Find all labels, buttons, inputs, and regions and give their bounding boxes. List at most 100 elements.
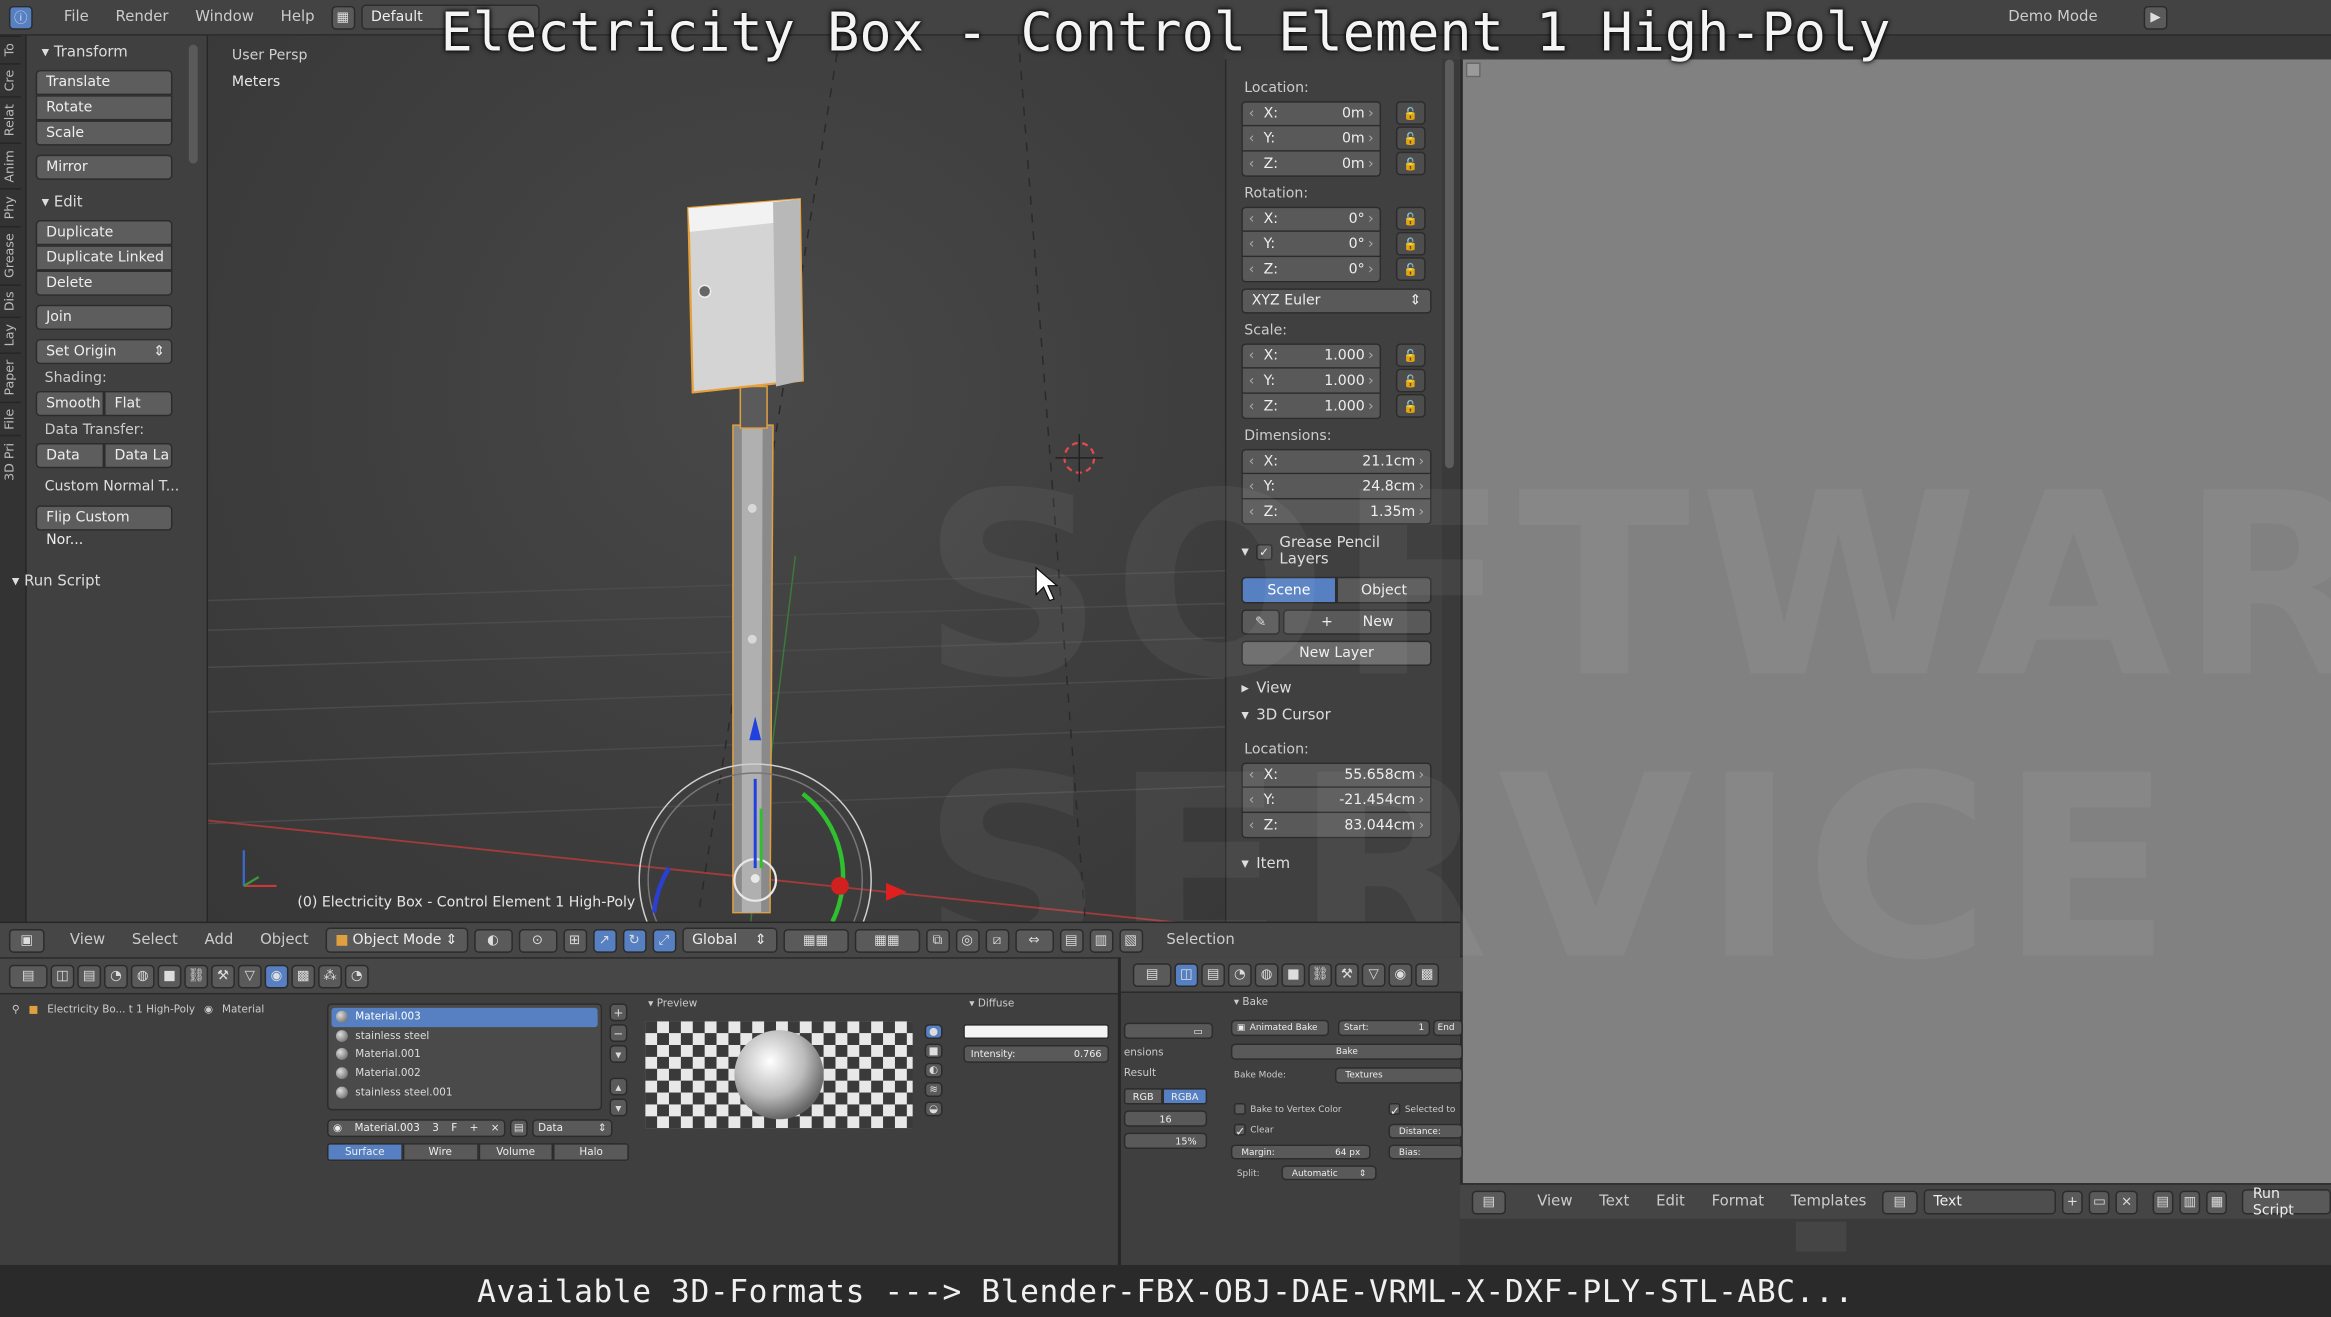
list-item[interactable]: stainless steel (332, 1027, 598, 1046)
cursor-z-field[interactable]: Z: 83.044cm (1241, 813, 1432, 839)
tab-halo[interactable]: Halo (553, 1143, 629, 1161)
dimension-z-field[interactable]: Z: 1.35m (1241, 499, 1432, 525)
data-layout-button[interactable]: Data La (104, 442, 173, 469)
editor-type-icon[interactable]: ▣ (8, 928, 45, 953)
intensity-field[interactable]: Intensity: 0.766 (963, 1044, 1110, 1063)
duplicate-linked-button[interactable]: Duplicate Linked (35, 245, 173, 271)
text-browse-icon[interactable]: ▤ (1882, 1189, 1917, 1214)
material-slot-list[interactable]: Material.003 stainless steel Material.00… (327, 1003, 603, 1111)
modifiers-tab-icon[interactable]: ⚒ (211, 963, 235, 988)
tab-animation[interactable]: Anim (0, 142, 21, 189)
view-panel-header[interactable]: ▸ View (1241, 681, 1427, 697)
play-icon[interactable]: ▶ (2143, 5, 2168, 29)
bias-field[interactable]: Bias: (1388, 1144, 1463, 1160)
menu-object[interactable]: Object (250, 932, 319, 948)
rotation-y-field[interactable]: Y: 0° (1241, 231, 1382, 258)
lock-icon[interactable]: 🔓 (1395, 257, 1426, 281)
tab-relations[interactable]: Relat (0, 97, 21, 143)
menu-view[interactable]: View (1527, 1194, 1583, 1210)
grease-pencil-checkbox[interactable]: ✓ (1256, 543, 1273, 560)
camera-icon[interactable]: ▥ (1089, 928, 1113, 953)
set-origin-dropdown[interactable]: Set Origin ⇕ (35, 338, 173, 365)
sphere-preview-icon[interactable]: ● (924, 1024, 943, 1040)
delete-button[interactable]: Delete (35, 270, 173, 296)
new-text-icon[interactable]: + (2061, 1189, 2083, 1214)
pivot-icon[interactable]: ⊙ (518, 928, 557, 953)
rotation-mode-dropdown[interactable]: XYZ Euler ⇕ (1241, 288, 1432, 314)
info-editor-icon[interactable]: ⓘ (8, 5, 33, 29)
layers-icon[interactable]: ▦▦ (782, 928, 849, 953)
mode-dropdown[interactable]: ■ Object Mode ⇕ (324, 927, 468, 953)
move-down-icon[interactable]: ▾ (609, 1098, 628, 1117)
compression-field[interactable]: 15% (1123, 1132, 1208, 1150)
monkey-preview-icon[interactable]: ◐ (924, 1062, 943, 1078)
material-tab-icon[interactable]: ◉ (1388, 962, 1413, 987)
cursor-x-field[interactable]: X: 55.658cm (1241, 762, 1432, 788)
particles-tab-icon[interactable]: ⁂ (318, 963, 342, 988)
texture-tab-icon[interactable]: ▩ (1415, 962, 1440, 987)
menu-view[interactable]: View (59, 932, 115, 948)
list-item[interactable]: Material.003 (331, 1007, 598, 1027)
rgba-toggle[interactable]: RGBA (1162, 1088, 1208, 1105)
scale-manip-icon[interactable]: ⤢ (651, 928, 676, 953)
shading-icon[interactable]: ◐ (473, 928, 513, 953)
menu-text[interactable]: Text (1589, 1194, 1640, 1210)
location-x-field[interactable]: X: 0m (1241, 101, 1382, 127)
pencil-icon[interactable]: ✎ (1241, 609, 1280, 635)
start-frame-field[interactable]: Start: 1 (1337, 1019, 1431, 1037)
render-tab-icon[interactable]: ◫ (50, 963, 75, 988)
dimension-y-field[interactable]: Y: 24.8cm (1241, 474, 1432, 500)
bake-button[interactable]: Bake (1230, 1043, 1463, 1060)
new-layer-button[interactable]: New Layer (1241, 640, 1432, 666)
lock-icon[interactable]: 🔓 (1395, 393, 1426, 418)
remove-slot-icon[interactable]: − (609, 1024, 628, 1043)
menu-help[interactable]: Help (270, 9, 325, 25)
screen-layout-icon[interactable]: ▦ (330, 5, 355, 29)
modifiers-tab-icon[interactable]: ⚒ (1334, 962, 1359, 987)
proportional-icon[interactable]: ◎ (955, 928, 980, 953)
scene-toggle[interactable]: Scene (1241, 576, 1337, 604)
grease-pencil-panel-header[interactable]: ▾ ✓ Grease Pencil Layers (1241, 535, 1427, 568)
rotation-z-field[interactable]: Z: 0° (1241, 257, 1382, 283)
flat-button[interactable]: Flat (104, 390, 173, 417)
material-tab-icon[interactable]: ◉ (264, 963, 289, 988)
lock-layers-icon[interactable]: ⧉ (925, 928, 950, 953)
editor-type-icon[interactable]: ▤ (1132, 962, 1172, 987)
move-up-icon[interactable]: ▴ (609, 1077, 628, 1096)
menu-add[interactable]: Add (194, 932, 244, 948)
output-path-field[interactable]: ▭ (1123, 1022, 1214, 1040)
scrollbar-thumb[interactable] (1444, 59, 1454, 469)
preview-panel-header[interactable]: ▾ Preview (648, 997, 697, 1009)
link-dropdown[interactable]: Data ⇕ (532, 1119, 613, 1138)
menu-format[interactable]: Format (1701, 1194, 1774, 1210)
scroll-region[interactable] (1795, 1221, 1847, 1252)
to-vertex-checkbox[interactable] (1233, 1102, 1246, 1115)
lock-icon[interactable]: 🔓 (1395, 126, 1426, 151)
menu-edit[interactable]: Edit (1646, 1194, 1696, 1210)
data-button[interactable]: Data (35, 442, 105, 469)
tool-shelf-scrollbar[interactable] (188, 44, 198, 164)
margin-field[interactable]: Margin: 64 px (1230, 1144, 1371, 1160)
scale-y-field[interactable]: Y: 1.000 (1241, 368, 1382, 394)
syntax-icon[interactable]: ▦ (2206, 1189, 2228, 1214)
specials-icon[interactable]: ▾ (609, 1044, 628, 1063)
manipulator-icon[interactable]: ⊞ (562, 928, 587, 953)
location-y-field[interactable]: Y: 0m (1241, 126, 1382, 152)
scale-z-field[interactable]: Z: 1.000 (1241, 393, 1382, 420)
opengl-icon[interactable]: ▧ (1118, 928, 1143, 953)
object-toggle[interactable]: Object (1336, 576, 1432, 604)
tab-volume[interactable]: Volume (477, 1143, 554, 1161)
tab-physics[interactable]: Phy (0, 188, 21, 226)
run-script-button[interactable]: Run Script (2242, 1185, 2331, 1218)
smooth-button[interactable]: Smooth (35, 390, 105, 417)
cube-preview-icon[interactable]: ■ (924, 1043, 943, 1059)
cursor-y-field[interactable]: Y: -21.454cm (1241, 787, 1432, 814)
text-name-field[interactable]: Text (1922, 1189, 2056, 1215)
rotate-manip-icon[interactable]: ↻ (622, 928, 647, 953)
distance-field[interactable]: Distance: (1388, 1123, 1463, 1139)
lock-icon[interactable]: 🔓 (1395, 151, 1426, 176)
render-tab-icon[interactable]: ◫ (1174, 962, 1199, 987)
hair-preview-icon[interactable]: ≋ (924, 1082, 943, 1098)
scale-x-field[interactable]: X: 1.000 (1241, 343, 1382, 369)
lock-icon[interactable]: 🔓 (1395, 368, 1426, 393)
